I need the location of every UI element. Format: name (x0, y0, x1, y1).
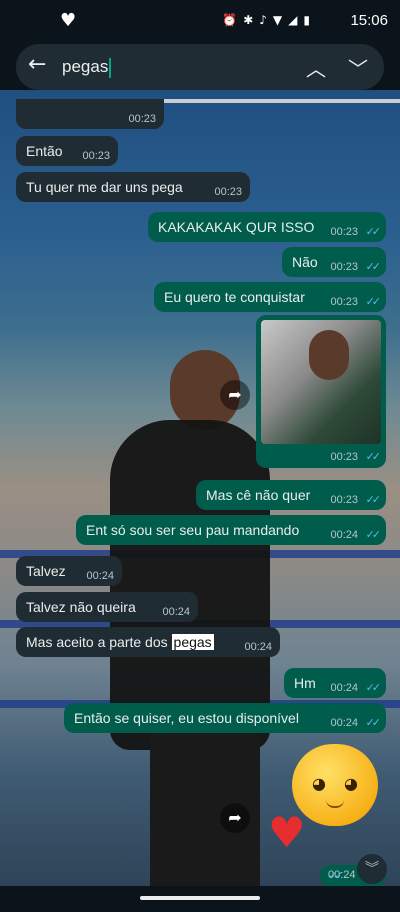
status-bar: ♥ ⏰✱♪▼◢▮ 15:06 (0, 0, 400, 44)
message-bubble[interactable]: Então 00:23 (16, 136, 118, 166)
message-text: Ent só sou ser seu pau mandando (86, 522, 300, 538)
search-query: pegas (62, 57, 109, 76)
message-time: 00:24 (86, 570, 114, 582)
read-ticks-icon: ✓✓ (365, 529, 382, 541)
message-bubble[interactable]: Eu quero te conquistar 00:23 ✓✓ (154, 282, 386, 312)
message-time: 00:23 (128, 113, 156, 125)
heart-icon: ♥ (60, 10, 77, 31)
message-text: Não (292, 254, 318, 270)
message-time: 00:23 (330, 226, 358, 238)
message-time: 00:23 (330, 494, 358, 506)
sticker-mouth (326, 800, 344, 808)
sticker-eye: ◕ (312, 774, 326, 793)
text-caret (109, 57, 112, 78)
scroll-to-bottom-button[interactable]: ︾ (357, 854, 387, 884)
read-ticks-icon: ✓✓ (365, 717, 382, 729)
message-text: Talvez (26, 563, 66, 579)
message-bubble[interactable]: Tu quer me dar uns pega 00:23 (16, 172, 250, 202)
message-bubble[interactable]: 00:23 (16, 99, 164, 129)
message-bubble[interactable]: Talvez 00:24 (16, 556, 122, 586)
message-photo[interactable] (261, 320, 381, 444)
back-arrow-icon[interactable]: ← (28, 52, 46, 77)
search-bar: ← pegas ︿ ﹀ (16, 44, 384, 90)
read-ticks-icon: ✓✓ (365, 226, 382, 238)
home-handle[interactable] (140, 896, 260, 900)
message-time: 00:23 (330, 451, 358, 463)
message-time: 00:24 (330, 529, 358, 541)
message-time: 00:23 (330, 296, 358, 308)
read-ticks-icon: ✓✓ (365, 296, 382, 308)
image-meta: 00:23 ✓✓ (318, 441, 386, 467)
heart-hands-icon: ♥ (268, 808, 306, 857)
message-bubble[interactable]: Ent só sou ser seu pau mandando 00:24 ✓✓ (76, 515, 386, 545)
search-highlight: pegas (171, 634, 214, 650)
forward-icon[interactable]: ➦ (220, 380, 250, 410)
image-message-bubble[interactable]: 00:23 ✓✓ (256, 315, 386, 468)
chevron-down-icon[interactable]: ﹀ (348, 53, 368, 82)
message-text: Mas aceito a parte dos pegas (26, 634, 214, 650)
chevron-up-icon[interactable]: ︿ (306, 53, 326, 82)
message-bubble[interactable]: Então se quiser, eu estou disponível 00:… (64, 703, 386, 733)
message-text: Então (26, 143, 63, 159)
message-time: 00:24 (162, 606, 190, 618)
photo-subject (309, 330, 349, 380)
message-text: Então se quiser, eu estou disponível (74, 710, 299, 726)
message-time: 00:24 (244, 641, 272, 653)
message-time: 00:24 (330, 717, 358, 729)
wallpaper-line (150, 99, 400, 103)
wallpaper-person (110, 420, 270, 750)
read-ticks-icon: ✓✓ (365, 682, 382, 694)
status-icons: ⏰✱♪▼◢▮ (222, 13, 316, 27)
message-bubble[interactable]: KAKAKAKAK QUR ISSO 00:23 ✓✓ (148, 212, 386, 242)
message-text-part: Mas aceito a parte dos (26, 634, 172, 650)
message-time: 00:24 (330, 682, 358, 694)
message-bubble[interactable]: Mas aceito a parte dos pegas 00:24 (16, 627, 280, 657)
search-input[interactable]: pegas (62, 57, 112, 78)
read-ticks-icon: ✓✓ (365, 494, 382, 506)
message-bubble[interactable]: Hm 00:24 ✓✓ (284, 668, 386, 698)
sticker-eye: ◕ (344, 774, 358, 793)
status-time: 15:06 (350, 12, 388, 29)
message-text: Tu quer me dar uns pega (26, 179, 183, 195)
message-bubble[interactable]: Não 00:23 ✓✓ (282, 247, 386, 277)
message-text: Mas cê não quer (206, 487, 311, 503)
message-text: Eu quero te conquistar (164, 289, 305, 305)
message-time: 00:23 (82, 150, 110, 162)
message-text: KAKAKAKAK QUR ISSO (158, 219, 315, 235)
message-bubble[interactable]: Talvez não queira 00:24 (16, 592, 198, 622)
read-ticks-icon: ✓✓ (365, 451, 382, 463)
message-bubble[interactable]: Mas cê não quer 00:23 ✓✓ (196, 480, 386, 510)
message-text: Talvez não queira (26, 599, 136, 615)
message-time: 00:23 (330, 261, 358, 273)
navigation-bar (0, 886, 400, 912)
message-time: 00:23 (214, 186, 242, 198)
read-ticks-icon: ✓✓ (365, 261, 382, 273)
forward-icon[interactable]: ➦ (220, 803, 250, 833)
message-text: Hm (294, 675, 316, 691)
